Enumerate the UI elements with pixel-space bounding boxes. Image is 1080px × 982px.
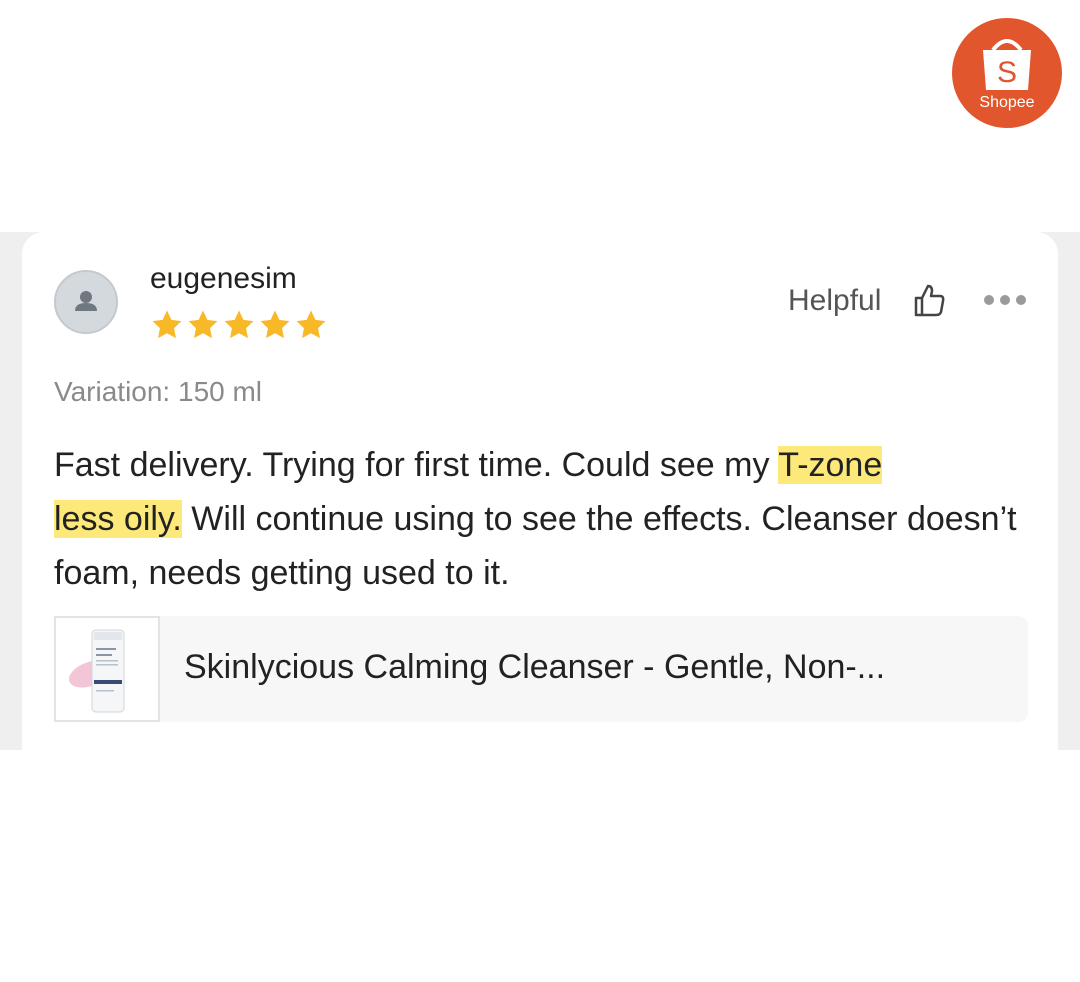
product-name[interactable]: Skinlycious Calming Cleanser - Gentle, N… <box>184 648 885 687</box>
review-text-part: Will continue using to see the effects. … <box>54 500 1017 592</box>
cleanser-bottle-icon <box>68 629 125 713</box>
logo-letter: S <box>997 56 1017 89</box>
more-dots-icon[interactable] <box>982 292 1028 308</box>
star-icon <box>152 310 182 339</box>
review-text: Fast delivery. Trying for first time. Co… <box>54 438 1034 600</box>
logo-wordmark: Shopee <box>979 94 1035 111</box>
product-thumbnail <box>54 616 160 722</box>
variation-label: Variation: 150 ml <box>54 376 263 407</box>
thumbs-up-icon[interactable] <box>912 282 946 318</box>
star-icon <box>224 310 254 339</box>
helpful-label[interactable]: Helpful <box>788 284 881 318</box>
shopee-logo: S Shopee <box>952 18 1062 128</box>
review-highlight: T-zone <box>778 446 883 484</box>
review-card: eugenesim Helpful Variation: 150 ml Fast… <box>22 232 1058 750</box>
review-text-part: Fast delivery. Trying for first time. Co… <box>54 446 779 484</box>
review-highlight: less oily. <box>54 500 182 538</box>
user-avatar-icon[interactable] <box>54 270 118 334</box>
product-link[interactable]: Skinlycious Calming Cleanser - Gentle, N… <box>54 616 1028 722</box>
star-icon <box>188 310 218 339</box>
star-icon <box>260 310 290 339</box>
star-icon <box>296 310 326 339</box>
reviewer-username[interactable]: eugenesim <box>150 262 297 296</box>
